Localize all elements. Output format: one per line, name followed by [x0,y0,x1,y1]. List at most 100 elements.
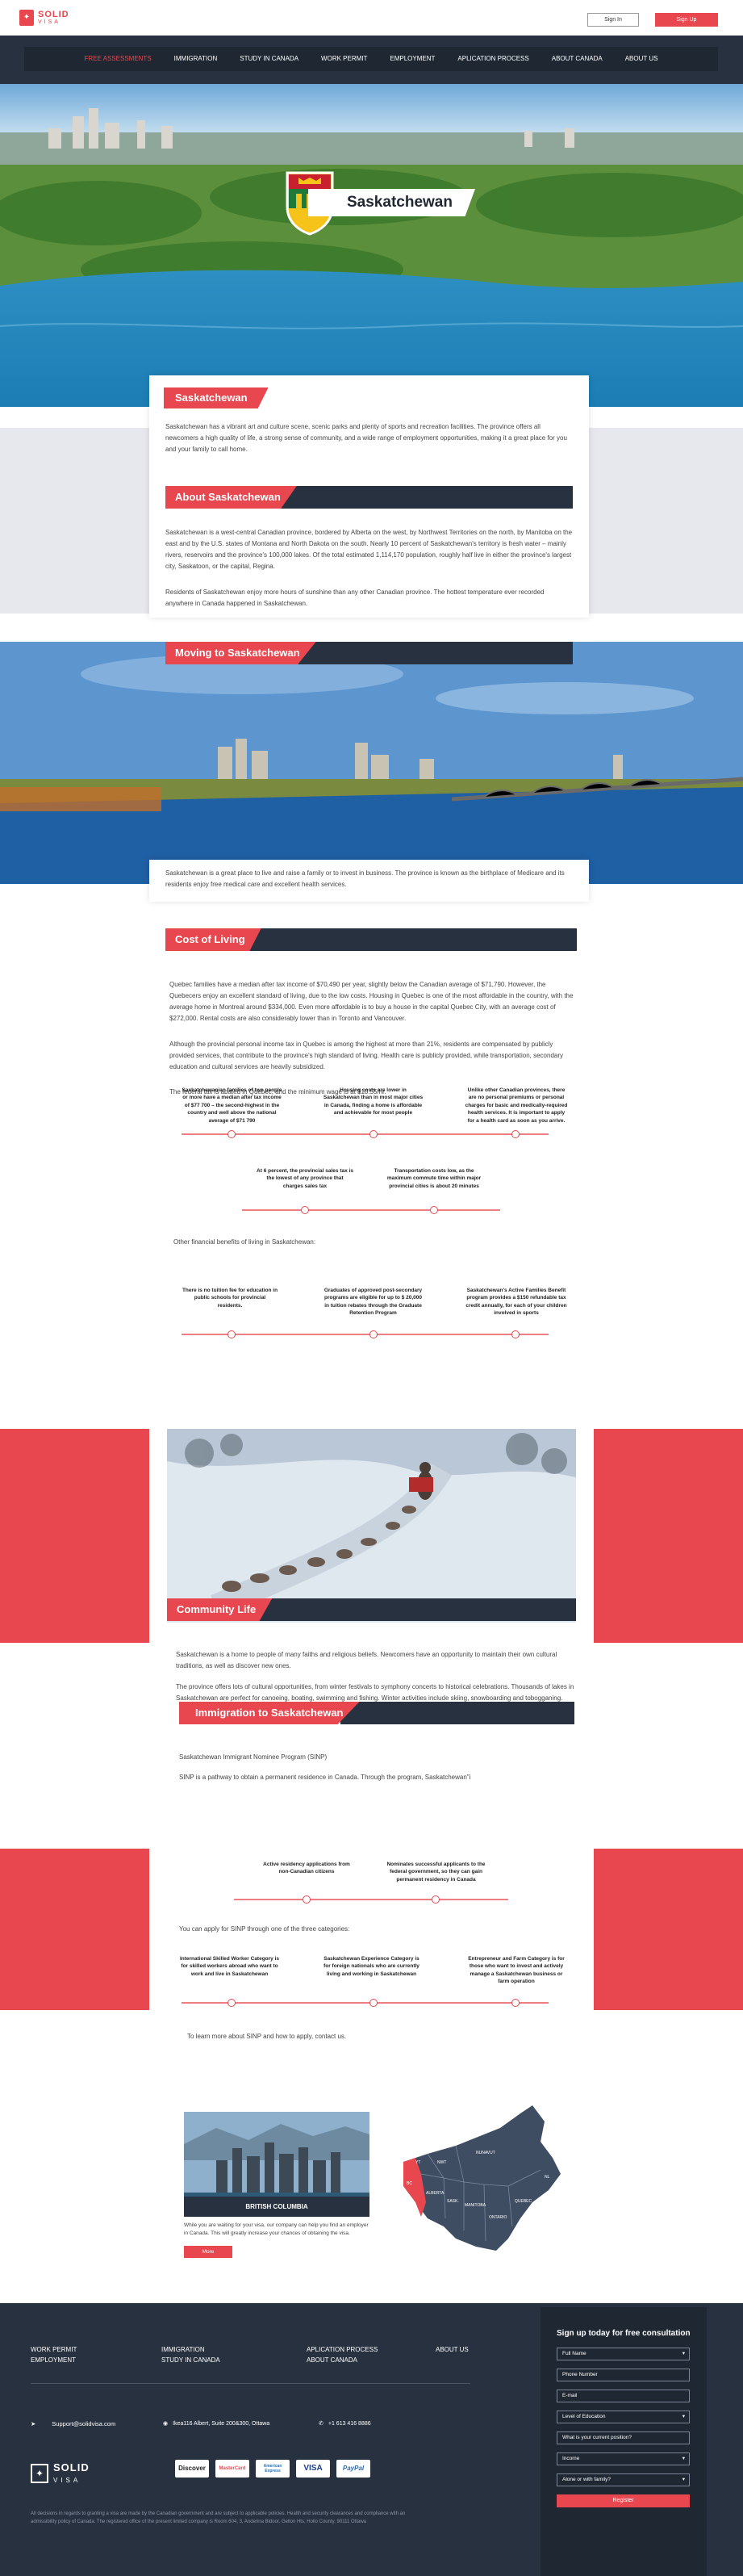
footer-link-work-permit[interactable]: WORK PERMIT [31,2345,77,2356]
timeline-line-1 [182,1133,549,1135]
decor-red-right [594,1429,743,1643]
timeline-dot [303,1895,311,1904]
footer-link-about-us[interactable]: ABOUT US [436,2345,469,2356]
intro-card: Saskatchewan Saskatchewan has a vibrant … [149,375,589,618]
city-river-photo [0,642,743,884]
logo-main-text: SOLID [38,10,69,20]
nav-item-about-canada[interactable]: ABOUT CANADA [541,47,614,71]
footer-link-about-canada[interactable]: ABOUT CANADA [307,2356,378,2366]
hero-city-photo [0,84,743,407]
chevron-down-icon: ▾ [682,2456,685,2461]
map-label-nwt: NWT [437,2160,446,2165]
province-more-button[interactable]: More [184,2246,232,2258]
map-label-ns: NS [544,2211,550,2216]
timeline-dot [227,1999,236,2007]
map-label-manitoba: MANITOBA [465,2203,486,2208]
visa-icon: VISA [296,2460,330,2478]
decor-red-right-2 [594,1849,743,2010]
logo-sub-text: VISA [38,19,61,26]
community-title: Community Life [167,1598,273,1621]
education-select[interactable]: Level of Education ▾ [557,2411,690,2423]
sinp-category-1: International Skilled Worker Category is… [179,1956,280,1977]
cost-benefit-2: Graduates of approved post-secondary pro… [323,1288,423,1317]
nav-item-employment[interactable]: EMPLOYMENT [378,47,446,71]
cost-text-2: Although the provincial personal income … [169,1041,564,1070]
map-label-sask: SASK. [447,2199,459,2204]
timeline-line-5 [182,2002,549,2004]
email-field[interactable]: E-mail [557,2390,690,2402]
nav-item-about-us[interactable]: ABOUT US [614,47,670,71]
income-select[interactable]: Income ▾ [557,2452,690,2465]
timeline-dot [369,1130,378,1138]
phone-field[interactable]: Phone Number [557,2369,690,2381]
canada-map: BC ALBERTA SASK. MANITOBA ONTARIO QUEBEC… [379,2097,565,2263]
map-label-nl: NL [545,2175,550,2180]
about-ribbon: About Saskatchewan [165,486,573,509]
timeline-dot [511,1130,520,1138]
discover-icon: Discover [175,2460,209,2478]
about-title: About Saskatchewan [165,486,297,509]
footer-email[interactable]: Support@solidvisa.com [52,2419,115,2429]
nav-item-work-permit[interactable]: WORK PERMIT [310,47,378,71]
nav-item-immigration[interactable]: IMMIGRATION [163,47,229,71]
cost-title: Cost of Living [165,928,261,951]
decor-red-left [0,1429,149,1643]
immigration-text-1: Saskatchewan Immigrant Nominee Program (… [179,1753,328,1761]
cost-point-2: Housing costs are lower in Saskatchewan … [323,1087,424,1116]
footer-logo[interactable]: ✦ SOLID VISA [31,2461,90,2486]
decor-red-left-2 [0,1849,149,2010]
moving-ribbon: Moving to Saskatchewan [165,642,573,664]
signin-button[interactable]: Sign In [587,13,639,27]
timeline-dot [369,1999,378,2007]
about-text-1: Saskatchewan is a west-central Canadian … [165,529,573,570]
footer-disclaimer: All decisions in regards to granting a v… [31,2511,406,2524]
footer-link-study[interactable]: STUDY IN CANADA [161,2356,220,2366]
mastercard-icon: MasterCard [215,2460,249,2478]
send-icon: ➤ [31,2420,36,2427]
footer-logo-main: SOLID [53,2461,90,2473]
dog-sled-photo [167,1429,576,1623]
chevron-down-icon: ▾ [682,2477,685,2482]
nav-item-free-assessments[interactable]: FREE ASSESSMENTS [73,47,163,71]
canada-map-graphic[interactable]: BC ALBERTA SASK. MANITOBA ONTARIO QUEBEC… [379,2097,565,2263]
family-select[interactable]: Alone or with family? ▾ [557,2473,690,2486]
phone-icon: ✆ [319,2421,323,2427]
footer-divider [31,2383,470,2384]
footer-link-immigration[interactable]: IMMIGRATION [161,2345,220,2356]
sinp-category-3: Entrepreneur and Farm Category is for th… [468,1956,565,1985]
signup-button[interactable]: Sign Up [655,13,718,27]
timeline-line-2 [242,1209,500,1211]
map-label-quebec: QUEBEC [515,2199,532,2204]
timeline-dot [430,1206,438,1214]
footer-link-employment[interactable]: EMPLOYMENT [31,2356,77,2366]
map-label-bc: BC [407,2181,412,2186]
cost-point-4: At 6 percent, the provincial sales tax i… [257,1168,353,1189]
cost-point-3: Unlike other Canadian provinces, there a… [465,1087,568,1124]
site-header: ✦ SOLID VISA Sign In Sign Up [0,0,743,36]
footer-link-application[interactable]: APLICATION PROCESS [307,2345,378,2356]
register-button[interactable]: Register [557,2494,690,2507]
intro-title: Saskatchewan [164,387,269,408]
chevron-down-icon: ▾ [682,2351,685,2356]
province-name: BRITISH COLUMBIA [184,2197,369,2217]
full-name-field[interactable]: Full Name ▾ [557,2348,690,2360]
position-field[interactable]: What is your current position? [557,2431,690,2444]
immigration-title: Immigration to Saskatchewan [179,1702,360,1724]
logo[interactable]: ✦ SOLID VISA [19,10,69,26]
timeline-dot [301,1206,309,1214]
province-text: While you are waiting for your visa, our… [184,2222,369,2237]
footer-phone[interactable]: +1 613 416 8886 [328,2419,371,2428]
immigration-text-2: SINP is a pathway to obtain a permanent … [179,1774,471,1781]
nav-item-application[interactable]: APLICATION PROCESS [446,47,540,71]
moving-text: Saskatchewan is a great place to live an… [165,869,565,888]
timeline-line-3 [182,1334,549,1335]
chevron-down-icon: ▾ [682,2414,685,2419]
nav-item-study[interactable]: STUDY IN CANADA [228,47,310,71]
timeline-dot [227,1330,236,1338]
maple-leaf-icon: ✦ [31,2464,48,2484]
hero-image: Saskatchewan [0,84,743,407]
hero-title: Saskatchewan [308,189,475,216]
moving-title: Moving to Saskatchewan [165,642,316,664]
payment-methods: Discover MasterCard American Express VIS… [175,2460,370,2478]
timeline-dot [511,1999,520,2007]
